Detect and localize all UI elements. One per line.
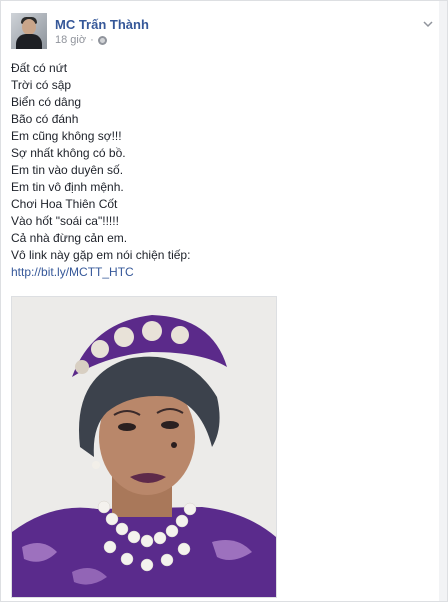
chevron-down-icon[interactable] bbox=[423, 19, 433, 29]
post-line: Em cũng không sợ!!! bbox=[11, 129, 122, 143]
post-meta: 18 giờ · bbox=[55, 34, 107, 46]
post-photo[interactable] bbox=[11, 296, 277, 598]
post-line: Chơi Hoa Thiên Cốt bbox=[11, 197, 118, 211]
post-line: Vô link này gặp em nói chiện tiếp: bbox=[11, 248, 191, 262]
post-link[interactable]: http://bit.ly/MCTT_HTC bbox=[11, 264, 431, 281]
post-line: Em tin vào duyên số. bbox=[11, 163, 124, 177]
post-line: Bão có đánh bbox=[11, 112, 79, 126]
meta-separator: · bbox=[90, 34, 94, 46]
post-line: Em tin vô định mệnh. bbox=[11, 180, 124, 194]
post-text: Đất có nứt Trời có sập Biển có dâng Bão … bbox=[11, 60, 431, 281]
post-line: Cả nhà đừng cản em. bbox=[11, 231, 128, 245]
post-line: Vào hốt "soái ca"!!!!! bbox=[11, 214, 119, 228]
post-card: MC Trấn Thành 18 giờ · Đất có nứt Trời c… bbox=[0, 0, 448, 602]
post-line: Đất có nứt bbox=[11, 61, 68, 75]
globe-icon[interactable] bbox=[97, 35, 107, 45]
avatar[interactable] bbox=[11, 13, 47, 49]
portrait-image bbox=[12, 297, 276, 597]
scrollbar-track[interactable] bbox=[439, 1, 447, 601]
post-line: Biển có dâng bbox=[11, 95, 82, 109]
author-name[interactable]: MC Trấn Thành bbox=[55, 17, 149, 32]
post-header: MC Trấn Thành 18 giờ · bbox=[11, 13, 437, 53]
post-time[interactable]: 18 giờ bbox=[55, 34, 86, 46]
post-line: Sợ nhất không có bồ. bbox=[11, 146, 126, 160]
post-line: Trời có sập bbox=[11, 78, 72, 92]
